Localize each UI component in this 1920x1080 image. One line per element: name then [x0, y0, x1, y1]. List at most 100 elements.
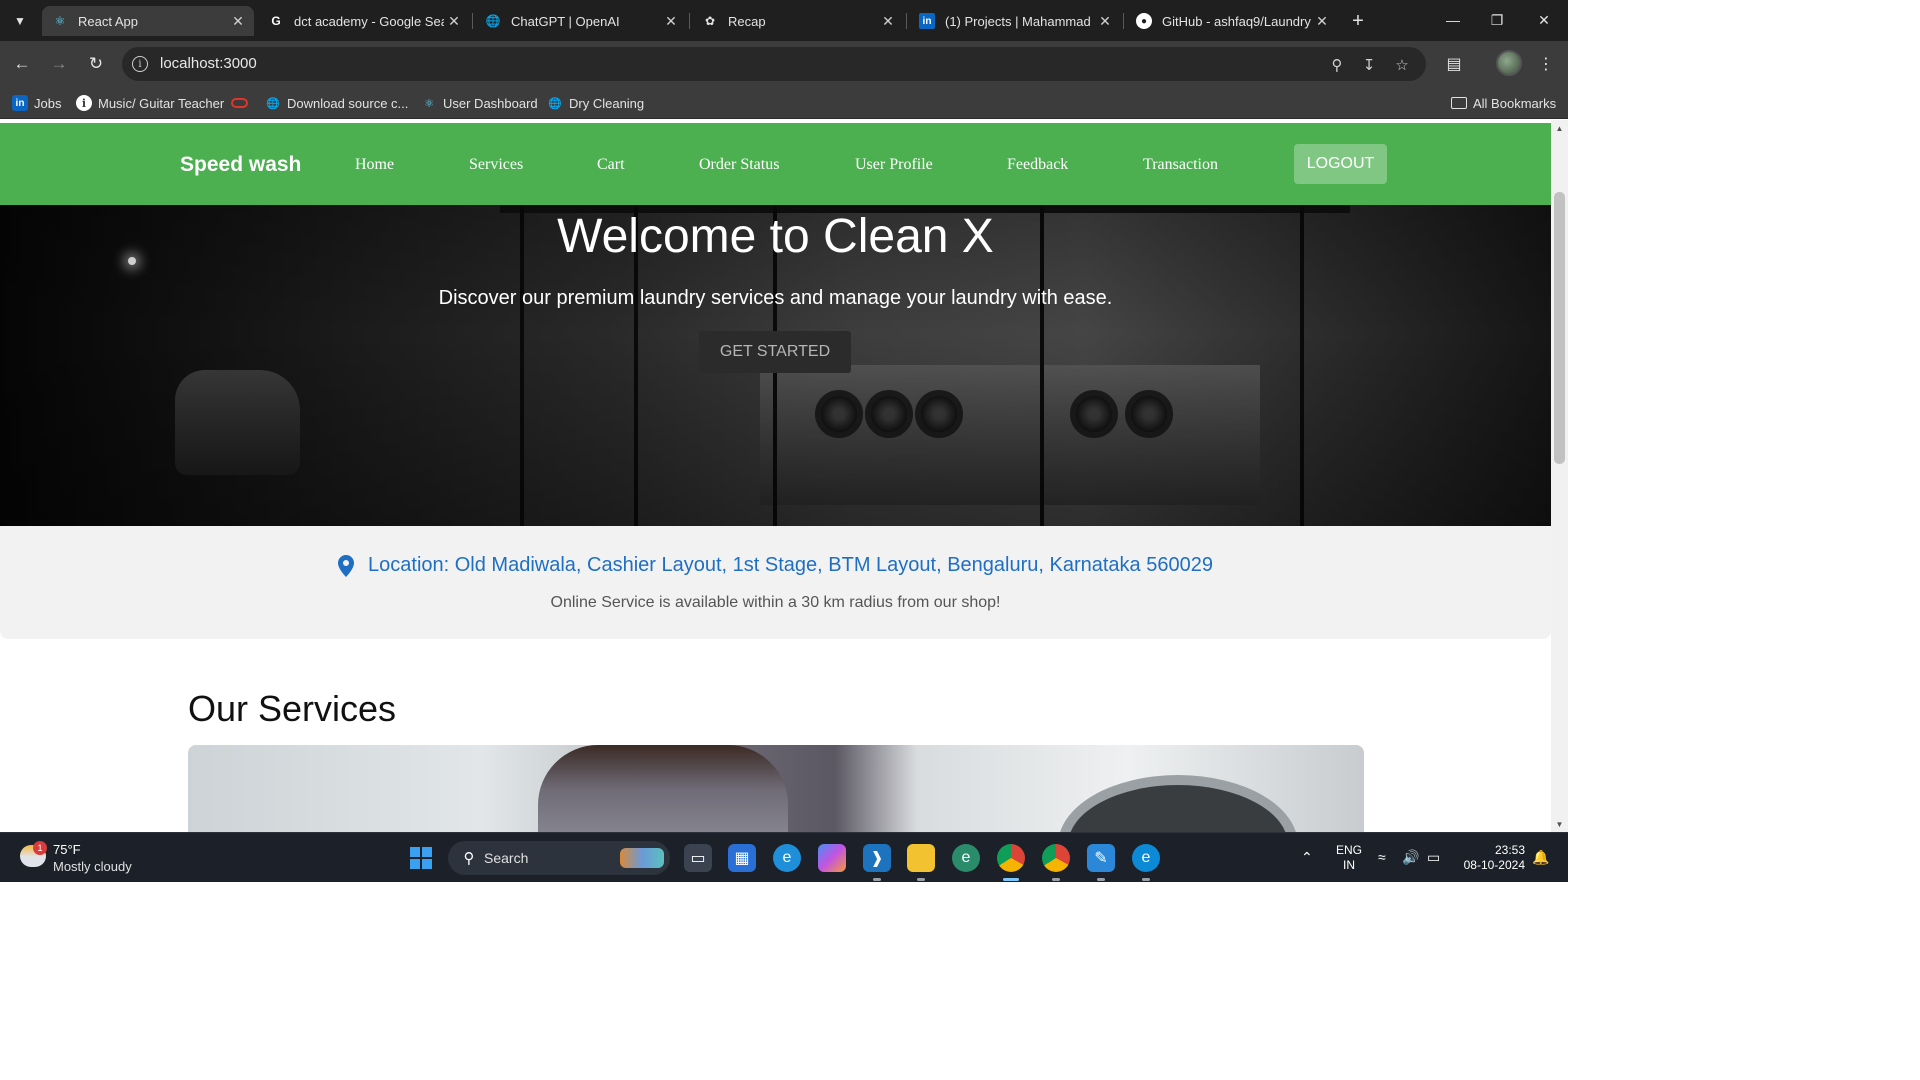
weather-condition[interactable]: Mostly cloudy [53, 859, 132, 874]
scrollbar-thumb[interactable] [1554, 192, 1565, 464]
all-bookmarks[interactable]: All Bookmarks [1451, 94, 1556, 112]
tab-separator [472, 13, 473, 29]
windows-start-icon[interactable] [410, 847, 432, 869]
globe-icon: 🌐 [485, 14, 501, 28]
close-tab-icon[interactable]: ✕ [444, 13, 464, 30]
restore-icon[interactable]: ❐ [1485, 8, 1509, 32]
notification-bell-icon[interactable]: 🔔 [1532, 849, 1549, 866]
nav-home[interactable]: Home [355, 156, 394, 174]
scroll-down-icon[interactable]: ▼ [1551, 818, 1568, 830]
profile-avatar[interactable] [1496, 50, 1522, 76]
bookmark-oracle[interactable] [231, 94, 254, 112]
edge-dev-icon[interactable]: e [773, 844, 801, 872]
taskbar-clock[interactable]: 23:53 08-10-2024 [1459, 843, 1525, 873]
tab-google-search[interactable]: G dct academy - Google Sear ✕ [258, 6, 470, 36]
github-icon: ● [1136, 13, 1152, 29]
service-image-drum [1058, 775, 1298, 832]
bookmark-label: Music/ Guitar Teacher [98, 95, 225, 111]
close-tab-icon[interactable]: ✕ [228, 13, 248, 30]
clock-date: 08-10-2024 [1463, 858, 1525, 872]
nav-transaction[interactable]: Transaction [1143, 156, 1218, 174]
globe-icon: 🌐 [266, 97, 280, 110]
copilot-icon[interactable] [818, 844, 846, 872]
tray-chevron-icon[interactable]: ⌃ [1301, 849, 1313, 866]
taskbar: 1 75°F Mostly cloudy ⚲ Search ▭ ▦ e ❱ e … [0, 832, 1568, 882]
tab-linkedin[interactable]: in (1) Projects | Mahammad H ✕ [909, 6, 1121, 36]
services-heading: Our Services [188, 688, 397, 729]
minimize-icon[interactable]: — [1441, 8, 1465, 32]
close-tab-icon[interactable]: ✕ [661, 13, 681, 30]
close-tab-icon[interactable]: ✕ [878, 13, 898, 30]
chrome-icon[interactable] [997, 844, 1025, 881]
screen: ▼ ⚛ React App ✕ G dct academy - Google S… [0, 0, 1568, 882]
close-tab-icon[interactable]: ✕ [1095, 13, 1115, 30]
nav-feedback[interactable]: Feedback [1007, 156, 1068, 174]
tab-strip: ▼ ⚛ React App ✕ G dct academy - Google S… [0, 0, 1568, 41]
language-code: ENG [1336, 843, 1363, 857]
address-bar[interactable]: i localhost:3000 ⚲ ↧ ☆ [122, 47, 1426, 81]
hero-banner: Welcome to Clean X Discover our premium … [0, 205, 1551, 526]
edge-beta-icon[interactable]: e [952, 844, 980, 872]
bookmark-download-source[interactable]: 🌐 Download source c... [265, 94, 408, 112]
location-section: Location: Old Madiwala, Cashier Layout, … [0, 526, 1551, 639]
tab-title: dct academy - Google Sear [294, 13, 444, 29]
reload-icon[interactable]: ↻ [84, 52, 108, 76]
nav-services[interactable]: Services [469, 156, 523, 174]
service-image-person [538, 745, 788, 832]
password-key-icon[interactable]: ⚲ [1327, 55, 1347, 75]
nav-cart[interactable]: Cart [597, 156, 625, 174]
close-window-icon[interactable]: ✕ [1532, 8, 1556, 32]
bookmark-dry-cleaning[interactable]: 🌐 Dry Cleaning [547, 94, 644, 112]
chrome-icon[interactable] [1042, 844, 1070, 881]
task-view-icon[interactable]: ▭ [684, 844, 712, 872]
paint-icon[interactable]: ✎ [1087, 844, 1115, 881]
logout-button[interactable]: LOGOUT [1294, 144, 1387, 184]
hero-subtitle: Discover our premium laundry services an… [438, 287, 1113, 309]
taskbar-search[interactable]: ⚲ Search [448, 841, 670, 875]
bookmark-jobs[interactable]: in Jobs [12, 94, 61, 112]
site-navbar: Speed wash Home Services Cart Order Stat… [0, 123, 1551, 205]
tab-search-chevron-icon[interactable]: ▼ [8, 9, 32, 33]
file-explorer-icon[interactable] [907, 844, 935, 881]
page-scrollbar[interactable]: ▲ ▼ [1551, 120, 1568, 832]
weather-temp[interactable]: 75°F [53, 842, 81, 857]
linkedin-icon: in [919, 13, 935, 29]
new-tab-button[interactable]: + [1346, 9, 1370, 33]
tab-github[interactable]: ● GitHub - ashfaq9/Laundry ✕ [1126, 6, 1338, 36]
address-url[interactable]: localhost:3000 [160, 55, 257, 72]
site-info-icon[interactable]: i [132, 56, 148, 72]
tab-title: ChatGPT | OpenAI [511, 13, 620, 29]
bookmark-music-teacher[interactable]: i Music/ Guitar Teacher [76, 94, 224, 112]
site-brand[interactable]: Speed wash [180, 153, 301, 177]
extensions-icon[interactable]: ▤ [1442, 52, 1466, 76]
bookmark-star-icon[interactable]: ☆ [1392, 55, 1412, 75]
clock-time: 23:53 [1494, 843, 1525, 857]
wifi-icon[interactable]: ≈ [1378, 849, 1386, 865]
tab-react-app[interactable]: ⚛ React App ✕ [42, 6, 254, 36]
nav-user-profile[interactable]: User Profile [855, 156, 933, 174]
react-icon: ⚛ [424, 97, 434, 110]
location-text: Location: Old Madiwala, Cashier Layout, … [368, 554, 1213, 576]
get-started-button[interactable]: GET STARTED [699, 331, 851, 373]
language-indicator[interactable]: ENG IN [1336, 843, 1362, 873]
more-menu-icon[interactable]: ⋮ [1534, 52, 1558, 76]
nav-order-status[interactable]: Order Status [699, 156, 779, 174]
battery-icon[interactable]: ▭ [1427, 849, 1440, 866]
forward-icon[interactable]: → [47, 52, 71, 76]
search-icon: ⚲ [463, 850, 475, 867]
tab-recap[interactable]: ✿ Recap ✕ [692, 6, 904, 36]
globe-icon: 🌐 [548, 97, 562, 110]
service-radius-note: Online Service is available within a 30 … [550, 594, 1001, 611]
install-app-icon[interactable]: ↧ [1359, 55, 1379, 75]
volume-icon[interactable]: 🔊 [1402, 849, 1419, 866]
scroll-up-icon[interactable]: ▲ [1551, 122, 1568, 134]
tab-chatgpt[interactable]: 🌐 ChatGPT | OpenAI ✕ [475, 6, 687, 36]
back-icon[interactable]: ← [10, 52, 34, 76]
bookmark-user-dashboard[interactable]: ⚛ User Dashboard [421, 94, 538, 112]
vscode-icon[interactable]: ❱ [863, 844, 891, 881]
microsoft-store-icon[interactable]: ▦ [728, 844, 756, 872]
tab-title: React App [78, 13, 138, 29]
edge-icon[interactable]: e [1132, 844, 1160, 881]
close-tab-icon[interactable]: ✕ [1312, 13, 1332, 30]
tab-title: Recap [728, 13, 766, 29]
